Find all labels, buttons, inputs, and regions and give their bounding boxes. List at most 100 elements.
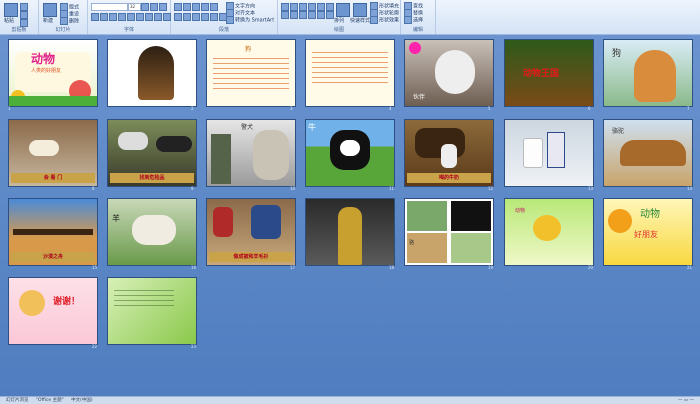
ribbon: 粘贴 剪贴板 新建 版式 重设 删除 幻灯片 32 字体 文字方向 对齐文本 转…	[0, 0, 700, 35]
slide-thumbnail[interactable]: 伙伴	[404, 39, 494, 107]
slide-thumbnail[interactable]	[305, 198, 395, 266]
font-size-field[interactable]: 32	[128, 3, 141, 11]
slide-number: 5	[488, 106, 491, 111]
slide-title: 狗	[245, 46, 252, 53]
shape-effects-button[interactable]: 形状效果	[370, 16, 399, 24]
grow-font-icon[interactable]	[141, 3, 168, 11]
slide-sorter: 动物 人类的好朋友 1 2 狗 3 4 伙伴 5 动物王国 6 狗 7 会 看 …	[0, 35, 700, 396]
paste-button[interactable]: 粘贴	[4, 17, 14, 24]
slide-thumbnail[interactable]	[107, 277, 197, 345]
slide-thumbnail[interactable]: 沙漠之舟	[8, 198, 98, 266]
group-label: 段落	[218, 27, 229, 33]
theme-label: "Office 主题"	[35, 398, 64, 403]
slide-thumbnail[interactable]: 谢谢！	[8, 277, 98, 345]
slide-thumbnail[interactable]: 动物王国	[504, 39, 594, 107]
sheep-image	[451, 233, 491, 263]
slide-title: 动物	[31, 52, 56, 66]
dog-image	[138, 46, 174, 100]
slide-caption: 伙伴	[413, 94, 426, 101]
align-icons[interactable]	[174, 13, 228, 21]
slide-number: 18	[389, 265, 395, 270]
farmer-image	[441, 144, 457, 168]
soldier-image	[211, 134, 231, 184]
slide-number: 19	[488, 265, 494, 270]
arrange-button[interactable]: 排列	[334, 17, 344, 24]
milk-carton-image	[547, 132, 565, 168]
slide-number: 7	[687, 106, 690, 111]
camel-image	[407, 233, 447, 263]
slide-title: 动物	[640, 209, 660, 220]
slide-thumbnail[interactable]: 骆	[404, 198, 494, 266]
font-group: 32 字体	[88, 0, 171, 34]
shapes-gallery[interactable]	[281, 3, 335, 11]
camel-image	[620, 140, 686, 166]
slide-number: 21	[687, 265, 693, 270]
new-slide-button[interactable]: 新建	[43, 17, 53, 24]
new-slide-icon[interactable]	[43, 3, 57, 17]
coat-image	[338, 207, 362, 265]
cow-image	[415, 128, 465, 158]
slide-thumbnail[interactable]	[305, 39, 395, 107]
cut-icon[interactable]	[20, 3, 29, 11]
slide-caption: 做成被和羊毛衫	[209, 252, 293, 262]
dog-image	[435, 50, 475, 94]
slide-number: 2	[191, 106, 194, 111]
slide-thumbnail[interactable]: 羊	[107, 198, 197, 266]
slide-caption: 牛	[308, 123, 316, 132]
slide-caption: 骆驼	[612, 128, 625, 135]
milk-glass-image	[523, 138, 543, 168]
slide-caption: 骆	[409, 240, 415, 246]
slide-number: 8	[92, 186, 95, 191]
slide-thumbnail[interactable]	[504, 119, 594, 187]
shapes-gallery-row2[interactable]	[281, 11, 335, 19]
slide-subtitle: 好朋友	[634, 230, 658, 239]
person-image	[213, 207, 233, 237]
slide-caption: 沙漠之舟	[11, 252, 95, 262]
slide-number: 14	[687, 186, 693, 191]
slide-thumbnail[interactable]: 找到危险品	[107, 119, 197, 187]
slide-thumbnail[interactable]	[107, 39, 197, 107]
slide-thumbnail[interactable]: 狗	[206, 39, 296, 107]
paragraph-group: 文字方向 对齐文本 转换为 SmartArt 段落	[171, 0, 278, 34]
slide-thumbnail[interactable]: 狗	[603, 39, 693, 107]
slide-caption: 动物	[515, 208, 526, 214]
slide-number: 6	[588, 106, 591, 111]
slide-number: 13	[588, 186, 594, 191]
delete-button[interactable]: 删除	[60, 17, 79, 25]
drawing-group: 排列 快速样式 形状填充 形状轮廓 形状效果 绘图	[278, 0, 401, 34]
paste-icon[interactable]	[4, 3, 18, 17]
select-button[interactable]: 选择	[404, 16, 423, 24]
slide-number: 10	[290, 186, 296, 191]
slide-thumbnail[interactable]: 骆驼	[603, 119, 693, 187]
slide-number: 11	[389, 186, 395, 191]
slide-number: 17	[290, 265, 296, 270]
font-style-icons[interactable]	[91, 13, 172, 21]
arrange-icon[interactable]	[336, 3, 350, 17]
font-name-field[interactable]	[91, 3, 128, 11]
slide-thumbnail[interactable]: 喝的牛奶	[404, 119, 494, 187]
quick-styles-button[interactable]: 快速样式	[350, 17, 370, 24]
slide-caption: 喝的牛奶	[407, 173, 491, 183]
list-icons[interactable]	[174, 3, 219, 11]
slide-thumbnail[interactable]: 动物 好朋友	[603, 198, 693, 266]
clipboard-group: 粘贴 剪贴板	[0, 0, 39, 34]
slide-number: 12	[488, 186, 494, 191]
quick-styles-icon[interactable]	[353, 3, 367, 17]
slide-thumbnail[interactable]: 做成被和羊毛衫	[206, 198, 296, 266]
dog-image	[29, 140, 59, 156]
slide-title: 狗	[612, 49, 622, 59]
slide-thumbnail[interactable]: 动物	[504, 198, 594, 266]
slide-thumbnail[interactable]: 牛	[305, 119, 395, 187]
slide-number: 23	[191, 344, 197, 349]
slide-caption: 会 看 门	[11, 173, 95, 183]
slide-thumbnail[interactable]: 会 看 门	[8, 119, 98, 187]
copy-icon[interactable]	[20, 11, 29, 19]
smartart-button[interactable]: 转换为 SmartArt	[226, 16, 274, 24]
dog-image	[253, 130, 289, 180]
group-label: 绘图	[333, 27, 344, 33]
slide-number: 9	[191, 186, 194, 191]
slide-caption: 找到危险品	[110, 173, 194, 183]
slide-thumbnail[interactable]: 警犬	[206, 119, 296, 187]
dog-image	[118, 132, 148, 150]
slide-thumbnail[interactable]: 动物 人类的好朋友	[8, 39, 98, 107]
